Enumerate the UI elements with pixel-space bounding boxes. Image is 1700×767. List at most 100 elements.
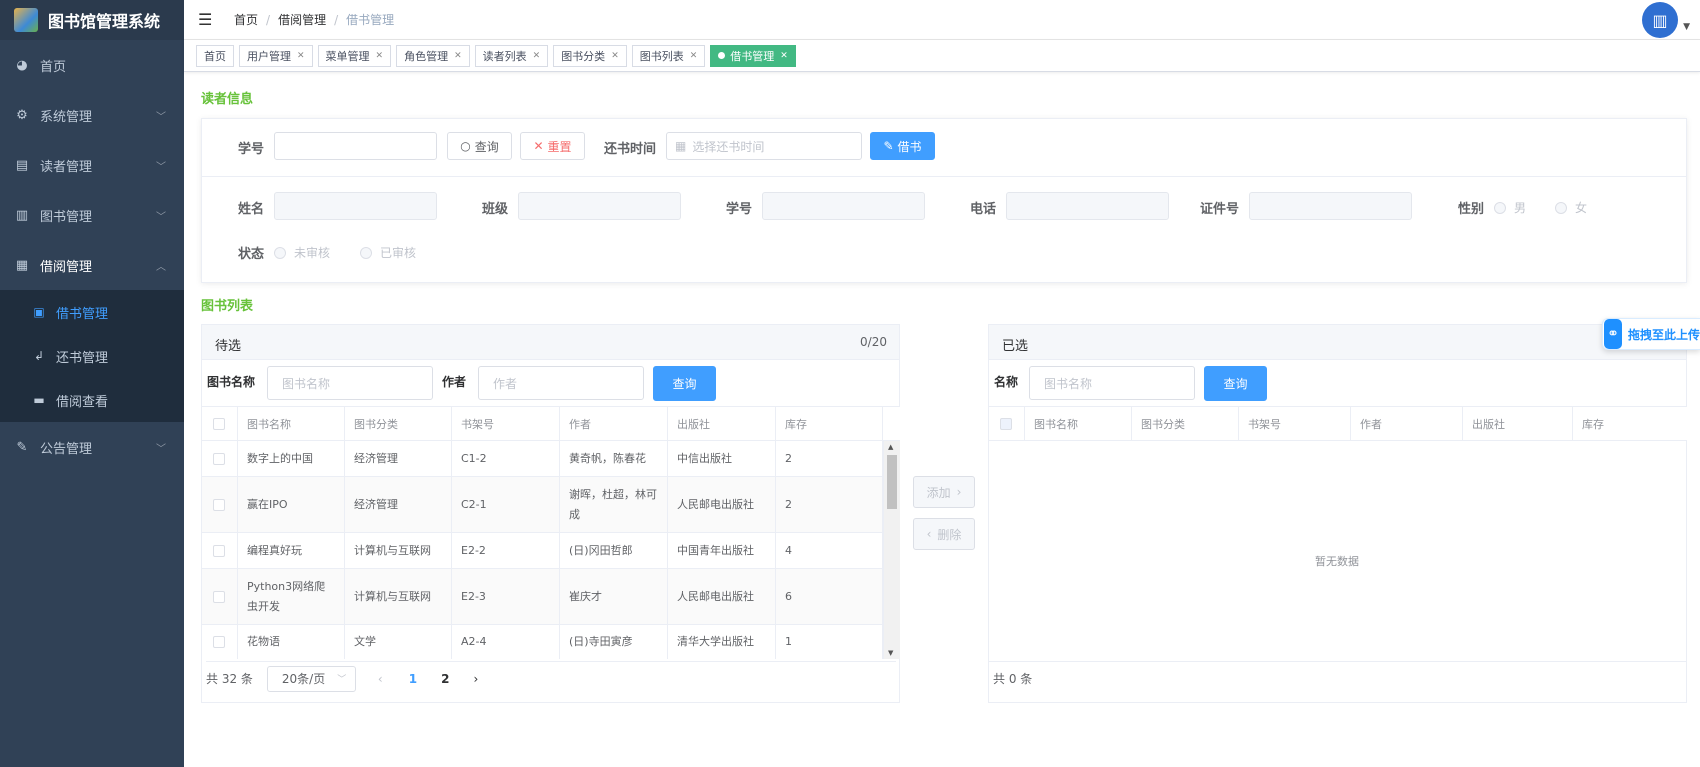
row-checkbox-cell[interactable]	[202, 533, 238, 568]
close-icon[interactable]: ✕	[533, 51, 541, 61]
sidebar-item-system[interactable]: ⚙ 系统管理 ﹀	[0, 90, 184, 140]
button-label: 重置	[547, 139, 572, 154]
page-number-current[interactable]: 1	[409, 672, 417, 686]
tag-label: 读者列表	[482, 49, 527, 63]
student-no-input[interactable]	[274, 132, 437, 160]
row-checkbox[interactable]	[213, 590, 225, 603]
sidebar-subitem-return-books[interactable]: ↲ 还书管理	[0, 334, 184, 378]
scroll-thumb[interactable]	[887, 455, 897, 509]
tag-users[interactable]: 用户管理 ✕	[239, 44, 313, 67]
row-checkbox[interactable]	[213, 498, 225, 511]
scroll-down-icon[interactable]: ▼	[888, 649, 893, 657]
phone-field	[1006, 192, 1169, 220]
right-name-input[interactable]: 图书名称	[1029, 366, 1195, 400]
phone-label: 电话	[970, 202, 997, 217]
remove-button[interactable]: ‹ 删除	[913, 518, 975, 550]
tag-books[interactable]: 图书列表 ✕	[631, 44, 706, 67]
breadcrumb-item[interactable]: 首页	[234, 11, 258, 28]
close-icon[interactable]: ✕	[376, 51, 384, 61]
row-checkbox[interactable]	[213, 452, 225, 465]
prev-page-icon[interactable]: ‹	[378, 672, 383, 686]
borrow-button[interactable]: ✎ 借书	[870, 132, 935, 160]
page-size-select[interactable]: 20条/页 ﹀	[266, 665, 356, 692]
sidebar-item-label: 首页	[40, 59, 67, 75]
close-icon[interactable]: ✕	[454, 51, 462, 61]
sidebar-subitem-borrow-view[interactable]: ▬ 借阅查看	[0, 378, 184, 422]
gear-icon: ⚙	[16, 107, 28, 123]
right-query-button[interactable]: 查询	[1204, 366, 1267, 401]
caret-down-icon[interactable]: ▼	[1683, 22, 1690, 32]
reset-button[interactable]: ✕ 重置	[520, 132, 585, 160]
tags-view: 首页 用户管理 ✕ 菜单管理 ✕ 角色管理 ✕ 读者列表 ✕ 图书分类 ✕ 图书列表 ✕ 借…	[184, 40, 1700, 72]
sidebar-item-books[interactable]: ▥ 图书管理 ﹀	[0, 190, 184, 240]
search-icon: ○	[460, 139, 471, 153]
close-icon[interactable]: ✕	[297, 51, 305, 61]
close-icon[interactable]: ✕	[780, 51, 788, 61]
table-cell: 黄奇帆，陈春花	[560, 441, 668, 476]
table-row[interactable]: Python3网络爬虫开发 计算机与互联网 E2-3 崔庆才 人民邮电出版社 6	[202, 569, 883, 625]
column-header: 书架号	[452, 407, 560, 441]
add-button[interactable]: 添加 ›	[913, 476, 975, 508]
panel-title: 已选	[1002, 339, 1029, 354]
sidebar-item-readers[interactable]: ▤ 读者管理 ﹀	[0, 140, 184, 190]
status-reviewed-radio[interactable]: 已审核	[360, 244, 416, 261]
reader-query-button[interactable]: ○ 查询	[447, 132, 512, 160]
tag-borrow[interactable]: 借书管理 ✕	[710, 44, 796, 67]
row-checkbox[interactable]	[213, 544, 225, 557]
calendar-icon: ▦	[675, 139, 687, 153]
chevron-down-icon: ﹀	[156, 112, 166, 123]
tag-menus[interactable]: 菜单管理 ✕	[317, 44, 392, 67]
return-icon: ↲	[33, 349, 45, 363]
sidebar-subitem-borrow-books[interactable]: ▣ 借书管理	[0, 290, 184, 334]
author-input[interactable]: 作者	[478, 366, 644, 400]
select-all-cell[interactable]	[202, 407, 238, 441]
status-unreviewed-radio[interactable]: 未审核	[274, 244, 330, 261]
row-checkbox-cell[interactable]	[202, 477, 238, 532]
table-row[interactable]: 编程真好玩 计算机与互联网 E2-2 (日)冈田哲郎 中国青年出版社 4	[202, 533, 883, 569]
tag-categories[interactable]: 图书分类 ✕	[553, 44, 627, 67]
scroll-up-icon[interactable]: ▲	[888, 443, 893, 451]
book-name-input[interactable]: 图书名称	[267, 366, 433, 400]
button-label: 借书	[897, 139, 922, 154]
active-dot-icon	[718, 52, 726, 59]
logo[interactable]: 图书馆管理系统	[0, 0, 184, 40]
table-row[interactable]: 赢在IPO 经济管理 C2-1 谢晖，杜超，林可成 人民邮电出版社 2	[202, 477, 883, 533]
tag-home[interactable]: 首页	[196, 44, 234, 67]
gender-male-radio[interactable]: 男	[1494, 199, 1526, 216]
table-scrollbar[interactable]: ▲ ▼	[883, 441, 900, 659]
panel-header: 待选 0/20	[202, 325, 899, 360]
table-row[interactable]: 花物语 文学 A2-4 (日)寺田寅彦 清华大学出版社 1	[202, 625, 883, 659]
next-page-icon[interactable]: ›	[473, 672, 478, 686]
row-checkbox-cell[interactable]	[202, 625, 238, 659]
tag-roles[interactable]: 角色管理 ✕	[396, 44, 470, 67]
close-icon[interactable]: ✕	[611, 51, 619, 61]
book-query-button[interactable]: 查询	[653, 366, 716, 401]
select-all-cell[interactable]	[989, 407, 1025, 441]
sidebar-item-borrow[interactable]: ▦ 借阅管理 ︿	[0, 240, 184, 290]
hamburger-icon[interactable]: ☰	[198, 10, 218, 29]
close-icon[interactable]: ✕	[690, 51, 698, 61]
avatar[interactable]: ▥	[1642, 2, 1678, 38]
return-time-picker[interactable]: ▦ 选择还书时间	[666, 132, 862, 160]
id-label: 证件号	[1200, 202, 1240, 217]
tag-readers[interactable]: 读者列表 ✕	[474, 44, 549, 67]
column-header: 图书分类	[345, 407, 452, 441]
table-cell: A2-4	[452, 625, 560, 659]
breadcrumb-item[interactable]: 借阅管理	[278, 11, 326, 28]
select-all-checkbox[interactable]	[1000, 418, 1012, 430]
row-checkbox-cell[interactable]	[202, 569, 238, 624]
row-checkbox[interactable]	[213, 636, 225, 648]
gender-female-radio[interactable]: 女	[1555, 199, 1587, 216]
table-header: 图书名称 图书分类 书架号 作者 出版社 库存	[989, 406, 1687, 441]
table-cell: 中国青年出版社	[668, 533, 776, 568]
select-all-checkbox[interactable]	[213, 418, 225, 430]
sidebar-item-home[interactable]: ◕ 首页	[0, 40, 184, 90]
sidebar-item-notices[interactable]: ✎ 公告管理 ﹀	[0, 422, 184, 472]
page-number[interactable]: 2	[441, 672, 449, 686]
right-name-label: 名称	[994, 375, 1019, 389]
table-row[interactable]: 数字上的中国 经济管理 C1-2 黄奇帆，陈春花 中信出版社 2	[202, 441, 883, 477]
drag-upload-widget[interactable]: ⚭ 拖拽至此上传	[1602, 318, 1700, 350]
student-no-label: 学号	[238, 142, 265, 157]
sidebar-item-label: 借书管理	[56, 306, 109, 322]
row-checkbox-cell[interactable]	[202, 441, 238, 476]
